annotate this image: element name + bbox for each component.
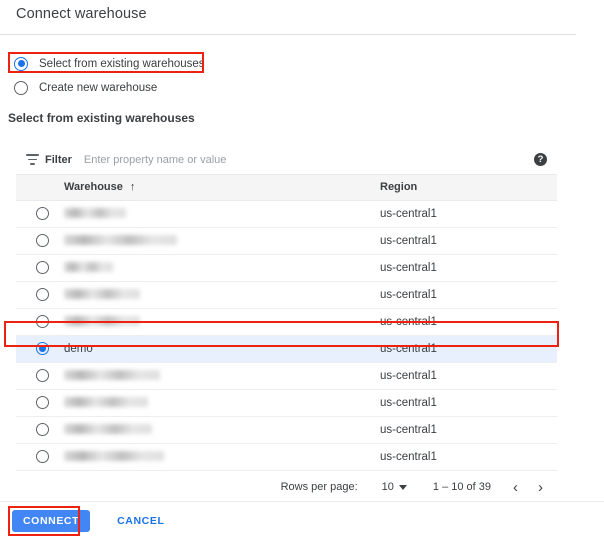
table-row[interactable]: us-central1 [16, 362, 557, 389]
table-header-row: Warehouse ↑ Region [16, 175, 557, 200]
warehouse-name-cell [64, 362, 380, 389]
radio-button-select-existing[interactable] [14, 57, 28, 71]
warehouse-table-card: Filter ? Warehouse↑ Region us-centra [16, 145, 557, 504]
region-cell: us-central1 [380, 335, 557, 362]
row-select-cell[interactable] [16, 281, 64, 308]
warehouse-source-radio-group: Select from existing warehouses Create n… [0, 53, 604, 98]
rows-per-page-label: Rows per page: [281, 481, 358, 493]
column-header-warehouse-label: Warehouse [64, 181, 123, 193]
region-cell: us-central1 [380, 308, 557, 335]
row-select-cell[interactable] [16, 200, 64, 227]
warehouse-name-cell [64, 281, 380, 308]
redacted-warehouse-name [64, 451, 164, 461]
row-radio-button[interactable] [36, 396, 49, 409]
table-row[interactable]: us-central1 [16, 227, 557, 254]
row-select-cell[interactable] [16, 227, 64, 254]
radio-label-select-existing: Select from existing warehouses [39, 58, 205, 70]
pagination-prev-button[interactable]: ‹ [513, 480, 518, 495]
redacted-warehouse-name [64, 316, 140, 326]
pagination-range: 1 – 10 of 39 [433, 481, 491, 493]
filter-label: Filter [45, 154, 72, 166]
table-row[interactable]: us-central1 [16, 443, 557, 470]
pagination-next-button[interactable]: › [538, 480, 543, 495]
dialog-footer: CONNECT CANCEL [12, 510, 164, 532]
row-radio-button[interactable] [36, 369, 49, 382]
radio-label-create-new: Create new warehouse [39, 82, 157, 94]
radio-button-create-new[interactable] [14, 81, 28, 95]
row-select-cell[interactable] [16, 443, 64, 470]
help-icon[interactable]: ? [534, 153, 547, 166]
warehouse-name-text: demo [64, 343, 93, 355]
header-divider [0, 34, 576, 35]
row-radio-button[interactable] [36, 450, 49, 463]
warehouse-name-cell [64, 227, 380, 254]
row-radio-button[interactable] [36, 234, 49, 247]
row-select-cell[interactable] [16, 389, 64, 416]
redacted-warehouse-name [64, 397, 148, 407]
row-radio-button[interactable] [36, 288, 49, 301]
rows-per-page-select[interactable]: 10 [382, 481, 407, 493]
filter-bar: Filter ? [16, 145, 557, 175]
table-body: us-central1us-central1us-central1us-cent… [16, 200, 557, 470]
redacted-warehouse-name [64, 289, 140, 299]
column-header-region[interactable]: Region [380, 175, 557, 200]
table-row[interactable]: us-central1 [16, 389, 557, 416]
warehouse-name-cell [64, 389, 380, 416]
warehouse-name-cell [64, 200, 380, 227]
region-cell: us-central1 [380, 389, 557, 416]
redacted-warehouse-name [64, 424, 152, 434]
row-select-cell[interactable] [16, 335, 64, 362]
row-radio-button[interactable] [36, 423, 49, 436]
warehouse-table: Warehouse↑ Region us-central1us-central1… [16, 175, 557, 471]
table-row[interactable]: us-central1 [16, 281, 557, 308]
footer-divider [0, 501, 604, 502]
table-row[interactable]: us-central1 [16, 308, 557, 335]
column-header-region-label: Region [380, 181, 417, 193]
region-cell: us-central1 [380, 281, 557, 308]
pagination-bar: Rows per page: 10 1 – 10 of 39 ‹ › [16, 471, 557, 504]
radio-option-create-new[interactable]: Create new warehouse [0, 77, 604, 98]
redacted-warehouse-name [64, 262, 113, 272]
cancel-button[interactable]: CANCEL [117, 515, 164, 527]
connect-warehouse-dialog: Connect warehouse Select from existing w… [0, 0, 604, 553]
warehouse-name-cell: demo [64, 335, 380, 362]
region-cell: us-central1 [380, 443, 557, 470]
row-radio-button[interactable] [36, 342, 49, 355]
warehouse-name-cell [64, 254, 380, 281]
warehouse-name-cell [64, 416, 380, 443]
row-select-cell[interactable] [16, 308, 64, 335]
redacted-warehouse-name [64, 208, 126, 218]
rows-per-page-value: 10 [382, 481, 394, 493]
row-select-cell[interactable] [16, 416, 64, 443]
redacted-warehouse-name [64, 370, 160, 380]
table-row[interactable]: us-central1 [16, 254, 557, 281]
row-radio-button[interactable] [36, 207, 49, 220]
warehouse-name-cell [64, 308, 380, 335]
dialog-title: Connect warehouse [16, 6, 147, 22]
row-radio-button[interactable] [36, 315, 49, 328]
region-cell: us-central1 [380, 254, 557, 281]
table-row[interactable]: demo us-central1 [16, 335, 557, 362]
sort-ascending-icon: ↑ [130, 182, 136, 193]
filter-input[interactable] [84, 154, 534, 166]
region-cell: us-central1 [380, 362, 557, 389]
connect-button[interactable]: CONNECT [12, 510, 90, 532]
chevron-down-icon [399, 485, 407, 490]
radio-option-select-existing[interactable]: Select from existing warehouses [0, 53, 604, 74]
column-header-select [16, 175, 64, 200]
filter-list-icon [26, 154, 39, 165]
warehouse-name-cell [64, 443, 380, 470]
table-row[interactable]: us-central1 [16, 416, 557, 443]
region-cell: us-central1 [380, 416, 557, 443]
region-cell: us-central1 [380, 227, 557, 254]
row-radio-button[interactable] [36, 261, 49, 274]
redacted-warehouse-name [64, 235, 177, 245]
region-cell: us-central1 [380, 200, 557, 227]
row-select-cell[interactable] [16, 254, 64, 281]
column-header-warehouse[interactable]: Warehouse ↑ [64, 175, 380, 200]
section-heading: Select from existing warehouses [8, 111, 195, 125]
row-select-cell[interactable] [16, 362, 64, 389]
table-row[interactable]: us-central1 [16, 200, 557, 227]
